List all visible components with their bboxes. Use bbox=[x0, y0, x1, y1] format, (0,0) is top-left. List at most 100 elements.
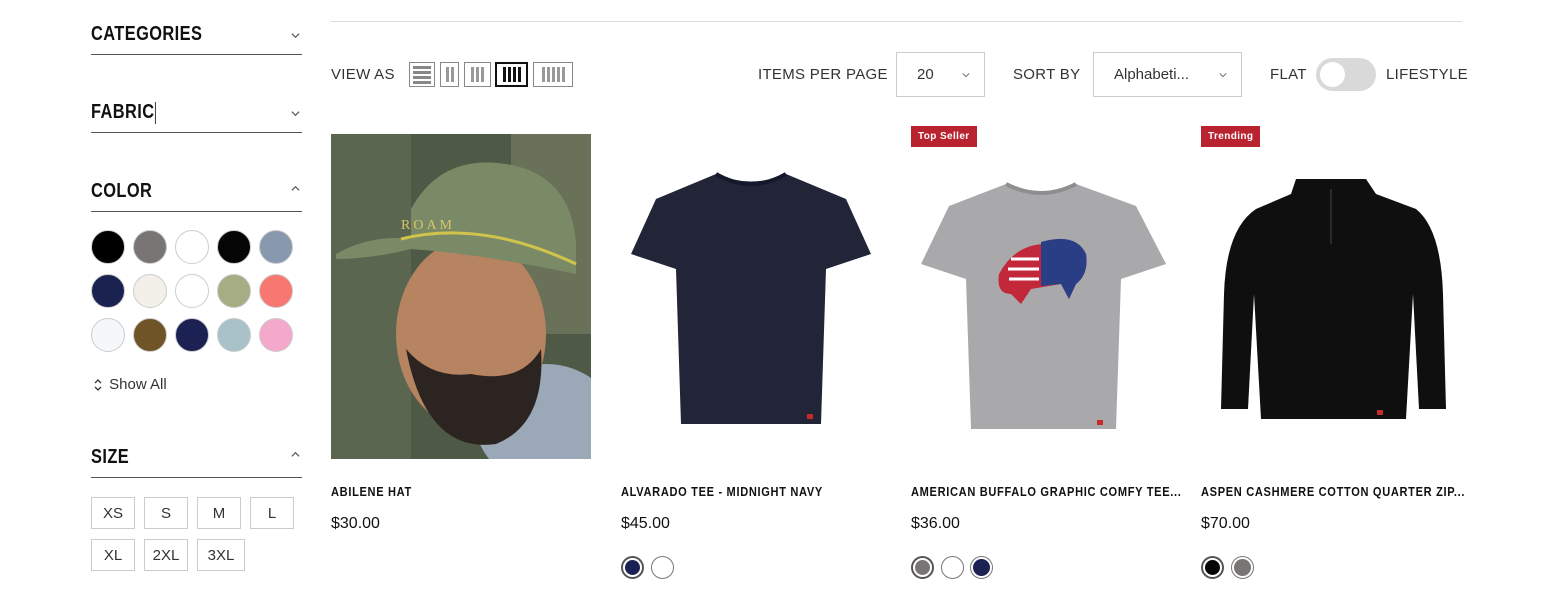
color-filter-swatch[interactable] bbox=[133, 318, 167, 352]
color-filter-swatch[interactable] bbox=[91, 230, 125, 264]
column-bar bbox=[546, 67, 550, 82]
product-price: $70.00 bbox=[1201, 515, 1250, 532]
color-filter-swatch[interactable] bbox=[217, 230, 251, 264]
product-price: $36.00 bbox=[911, 515, 960, 532]
text-cursor bbox=[155, 101, 157, 124]
color-filter-swatch[interactable] bbox=[217, 274, 251, 308]
color-filter-swatch[interactable] bbox=[175, 230, 209, 264]
swatch-fill bbox=[654, 559, 671, 576]
column-bar bbox=[556, 67, 560, 82]
column-bar bbox=[476, 67, 479, 82]
list-line bbox=[413, 75, 431, 79]
color-filter-swatch[interactable] bbox=[217, 318, 251, 352]
filter-size-title: SIZE bbox=[91, 446, 130, 468]
color-filter-swatch[interactable] bbox=[259, 318, 293, 352]
chevron-up-icon bbox=[291, 451, 300, 457]
trending-badge: Trending bbox=[1201, 126, 1261, 147]
toggle-knob bbox=[1320, 62, 1345, 87]
product-image-aspen-quarter-zip[interactable] bbox=[1201, 134, 1461, 459]
product-name[interactable]: AMERICAN BUFFALO GRAPHIC COMFY TEE... bbox=[911, 484, 1183, 499]
product-image-alvarado-tee[interactable] bbox=[621, 134, 881, 459]
product-color-swatch[interactable] bbox=[621, 556, 644, 579]
color-filter-swatch[interactable] bbox=[259, 230, 293, 264]
items-per-page-select[interactable]: 20 bbox=[896, 52, 985, 97]
color-filter-swatch[interactable] bbox=[91, 318, 125, 352]
view-as-label: VIEW AS bbox=[331, 66, 395, 83]
color-filter-swatch[interactable] bbox=[133, 274, 167, 308]
flat-lifestyle-toggle[interactable] bbox=[1316, 58, 1376, 91]
filter-categories-header[interactable]: CATEGORIES bbox=[91, 21, 302, 55]
chevron-down-icon bbox=[291, 33, 300, 39]
sort-by-value: Alphabeti... bbox=[1114, 66, 1190, 83]
svg-text:ROAM: ROAM bbox=[401, 218, 455, 233]
swatch-fill bbox=[1205, 560, 1220, 575]
filter-color-title: COLOR bbox=[91, 180, 153, 202]
color-filter-swatch[interactable] bbox=[133, 230, 167, 264]
column-bar bbox=[502, 67, 506, 82]
size-option-3xl[interactable]: 3XL bbox=[197, 539, 245, 571]
product-name[interactable]: ASPEN CASHMERE COTTON QUARTER ZIP... bbox=[1201, 484, 1473, 499]
size-option-xs[interactable]: XS bbox=[91, 497, 135, 529]
top-seller-badge: Top Seller bbox=[911, 126, 977, 147]
column-bar bbox=[517, 67, 521, 82]
product-color-swatch[interactable] bbox=[1201, 556, 1224, 579]
chevron-down-icon bbox=[291, 111, 300, 117]
product-color-swatch[interactable] bbox=[970, 556, 993, 579]
size-option-2xl[interactable]: 2XL bbox=[144, 539, 188, 571]
product-name[interactable]: ALVARADO TEE - MIDNIGHT NAVY bbox=[621, 484, 893, 499]
chevron-down-icon bbox=[1219, 73, 1227, 78]
flat-label: FLAT bbox=[1270, 66, 1307, 83]
size-option-m[interactable]: M bbox=[197, 497, 241, 529]
product-color-swatch[interactable] bbox=[1231, 556, 1254, 579]
product-name[interactable]: ABILENE HAT bbox=[331, 484, 603, 499]
top-divider bbox=[331, 21, 1462, 22]
column-bar bbox=[512, 67, 516, 82]
swatch-fill bbox=[944, 559, 961, 576]
chevron-down-icon bbox=[962, 73, 970, 78]
filter-size-header[interactable]: SIZE bbox=[91, 444, 302, 478]
product-image-american-buffalo-tee[interactable] bbox=[911, 134, 1171, 459]
filter-fabric-header[interactable]: FABRIC bbox=[91, 99, 302, 133]
filter-color-header[interactable]: COLOR bbox=[91, 178, 302, 212]
color-filter-swatch[interactable] bbox=[175, 318, 209, 352]
size-option-l[interactable]: L bbox=[250, 497, 294, 529]
expand-icon bbox=[91, 378, 105, 393]
column-bar bbox=[450, 67, 454, 82]
column-bar bbox=[445, 67, 449, 82]
show-all-colors-link[interactable]: Show All bbox=[91, 376, 167, 393]
grid-3-icon[interactable] bbox=[464, 62, 491, 87]
column-bar bbox=[507, 67, 511, 82]
sort-by-label: SORT BY bbox=[1013, 66, 1081, 83]
filter-categories-title: CATEGORIES bbox=[91, 23, 203, 45]
product-color-swatch[interactable] bbox=[911, 556, 934, 579]
column-bar bbox=[471, 67, 474, 82]
swatch-fill bbox=[973, 559, 990, 576]
swatch-fill bbox=[625, 560, 640, 575]
product-image-abilene-hat[interactable]: ROAM bbox=[331, 134, 591, 459]
grid-5-icon[interactable] bbox=[533, 62, 573, 87]
items-per-page-label: ITEMS PER PAGE bbox=[758, 66, 888, 83]
color-filter-swatch[interactable] bbox=[175, 274, 209, 308]
list-line bbox=[413, 80, 431, 84]
list-view-icon[interactable] bbox=[409, 62, 435, 87]
list-line bbox=[413, 70, 431, 74]
column-bar bbox=[541, 67, 545, 82]
swatch-fill bbox=[1234, 559, 1251, 576]
items-per-page-value: 20 bbox=[917, 66, 934, 83]
color-filter-swatch[interactable] bbox=[259, 274, 293, 308]
swatch-fill bbox=[915, 560, 930, 575]
product-price: $30.00 bbox=[331, 515, 380, 532]
column-bar bbox=[561, 67, 565, 82]
filter-fabric-title: FABRIC bbox=[91, 101, 157, 124]
grid-4-icon[interactable] bbox=[495, 62, 528, 87]
column-bar bbox=[481, 67, 484, 82]
product-color-swatch[interactable] bbox=[941, 556, 964, 579]
sort-by-select[interactable]: Alphabeti... bbox=[1093, 52, 1242, 97]
chevron-up-icon bbox=[291, 185, 300, 191]
size-option-s[interactable]: S bbox=[144, 497, 188, 529]
list-line bbox=[413, 65, 431, 69]
color-filter-swatch[interactable] bbox=[91, 274, 125, 308]
size-option-xl[interactable]: XL bbox=[91, 539, 135, 571]
grid-2-icon[interactable] bbox=[440, 62, 459, 87]
product-color-swatch[interactable] bbox=[651, 556, 674, 579]
